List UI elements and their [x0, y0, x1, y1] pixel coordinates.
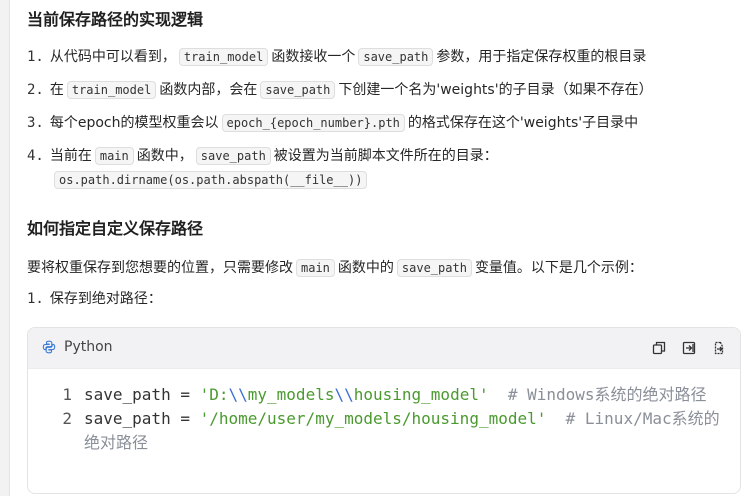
left-border-bar — [0, 0, 10, 496]
code-text: save_path = 'D:\\my_models\\housing_mode… — [84, 383, 740, 407]
inline-code: main — [94, 147, 134, 165]
list-item: 1. 从代码中可以看到， train_model 函数接收一个 save_path 参数，… — [27, 46, 646, 68]
code-plain: save_path = — [84, 409, 200, 428]
text: 的格式保存在这个'weights'子目录中 — [407, 115, 639, 131]
code-string: 'D: — [199, 385, 229, 404]
python-icon — [42, 340, 56, 354]
list-item-continuation: os.path.dirname(os.path.abspath(__file__… — [54, 169, 370, 191]
code-language-label: Python — [64, 339, 113, 355]
section-heading-custom-path: 如何指定自定义保存路径 — [27, 219, 204, 238]
code-string: my_models — [247, 385, 335, 404]
text: 函数接收一个 — [271, 49, 356, 65]
inline-code: save_path — [195, 147, 271, 165]
inline-code: save_path — [396, 259, 472, 277]
code-language: Python — [42, 339, 113, 355]
inline-code: train_model — [178, 48, 269, 66]
paragraph: 要将权重保存到您想要的位置，只需要修改 main 函数中的 save_path 变量值。… — [27, 257, 643, 279]
code-comment: # Windows系统的绝对路径 — [488, 385, 707, 404]
code-string: housing_model' — [353, 385, 489, 404]
list-number: 1. — [27, 49, 44, 65]
code-line: 2 save_path = '/home/user/my_models/hous… — [28, 407, 740, 455]
code-text: save_path = '/home/user/my_models/housin… — [84, 407, 740, 455]
section-heading-current-logic: 当前保存路径的实现逻辑 — [27, 10, 204, 29]
copy-icon[interactable] — [650, 339, 668, 357]
inline-code: epoch_{epoch_number}.pth — [221, 114, 405, 132]
code-block: Python 1 save_path = 'D:\\my_models\\hou… — [27, 327, 741, 494]
code-line: 1 save_path = 'D:\\my_models\\housing_mo… — [28, 383, 740, 407]
text: 变量值。以下是几个示例： — [474, 260, 643, 276]
text: 在 — [49, 82, 64, 98]
list-number: 1. — [27, 291, 44, 307]
inline-code: train_model — [66, 81, 157, 99]
list-number: 4. — [27, 148, 44, 164]
text: 保存到绝对路径： — [49, 291, 162, 307]
code-escape: \\ — [334, 385, 354, 404]
text: 当前在 — [49, 148, 92, 164]
insert-code-icon[interactable] — [680, 339, 698, 357]
text: 从代码中可以看到， — [49, 49, 176, 65]
new-file-icon[interactable] — [710, 339, 728, 357]
text: 参数，用于指定保存权重的根目录 — [436, 49, 647, 65]
text: 每个epoch的模型权重会以 — [49, 115, 219, 131]
text: 下创建一个名为'weights'的子目录（如果不存在） — [338, 82, 653, 98]
list-item: 1. 保存到绝对路径： — [27, 288, 162, 310]
inline-code: os.path.dirname(os.path.abspath(__file__… — [54, 171, 368, 189]
text: 要将权重保存到您想要的位置，只需要修改 — [27, 260, 293, 276]
text: 函数中的 — [337, 260, 394, 276]
code-plain: save_path = — [84, 385, 200, 404]
line-number: 1 — [62, 385, 72, 404]
list-item: 4. 当前在 main 函数中， save_path 被设置为当前脚本文件所在的目录： — [27, 145, 498, 167]
inline-code: save_path — [260, 81, 336, 99]
text: 函数内部，会在 — [159, 82, 258, 98]
code-block-body: 1 save_path = 'D:\\my_models\\housing_mo… — [28, 369, 740, 455]
code-string: '/home/user/my_models/housing_model' — [199, 409, 547, 428]
inline-code: save_path — [358, 48, 434, 66]
list-item: 3. 每个epoch的模型权重会以 epoch_{epoch_number}.pth… — [27, 112, 638, 134]
text: 被设置为当前脚本文件所在的目录： — [273, 148, 498, 164]
inline-code: main — [296, 259, 335, 277]
code-toolbar — [650, 339, 728, 357]
list-number: 3. — [27, 115, 44, 131]
list-item: 2. 在 train_model 函数内部，会在 save_path 下创建一个名为'we… — [27, 79, 653, 101]
code-block-header: Python — [28, 328, 740, 369]
text: 函数中， — [136, 148, 193, 164]
line-number: 2 — [62, 409, 72, 428]
list-number: 2. — [27, 82, 44, 98]
code-escape: \\ — [228, 385, 248, 404]
